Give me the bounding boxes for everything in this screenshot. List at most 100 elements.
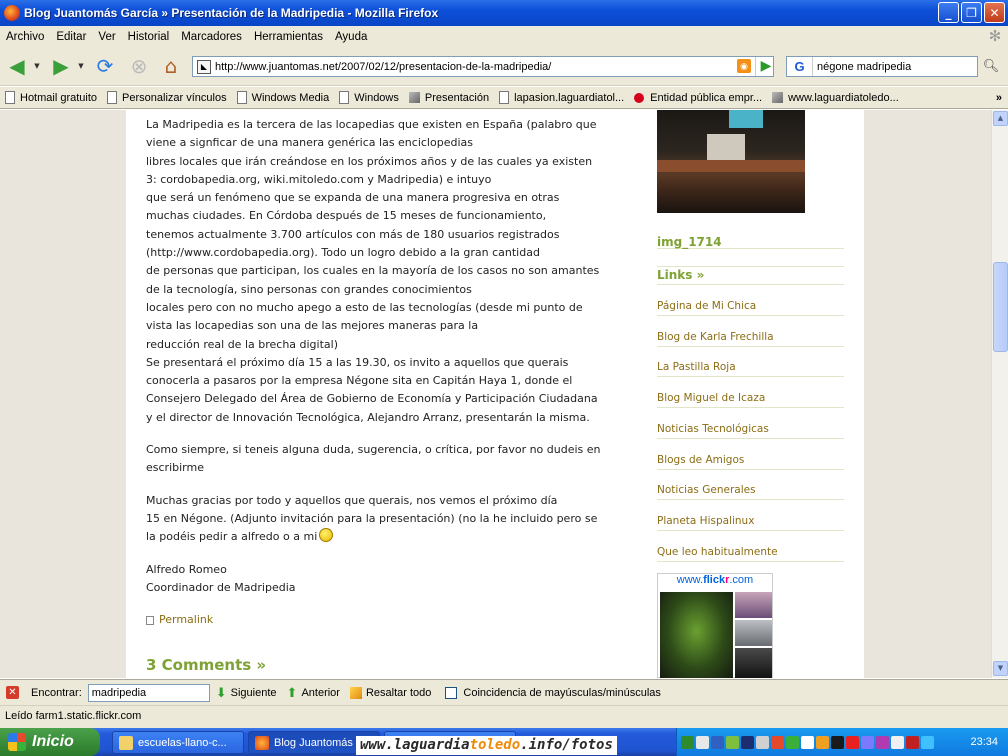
- tray-icon[interactable]: [846, 735, 859, 749]
- highlight-all-button[interactable]: Resaltar todo: [349, 686, 431, 699]
- back-arrow-icon[interactable]: ◀: [4, 53, 30, 79]
- menu-historial[interactable]: Historial: [122, 31, 176, 43]
- tray-icon[interactable]: [891, 735, 904, 749]
- bookmark-presentacion[interactable]: Presentación: [404, 92, 494, 104]
- url-text[interactable]: http://www.juantomas.net/2007/02/12/pres…: [215, 61, 551, 73]
- menu-editar[interactable]: Editar: [50, 31, 92, 43]
- find-input[interactable]: [87, 683, 210, 702]
- sidebar-link-pastilla-roja[interactable]: La Pastilla Roja: [657, 361, 736, 373]
- post-paragraph-3: Muchas gracias por todo y aquellos que q…: [146, 493, 598, 544]
- sidebar-photo[interactable]: [657, 110, 805, 213]
- tray-icon[interactable]: [801, 735, 814, 749]
- menu-marcadores[interactable]: Marcadores: [175, 31, 248, 43]
- firefox-icon: [4, 5, 20, 21]
- page-viewport[interactable]: La Madripedia es la tercera de las locap…: [0, 110, 991, 678]
- navigation-toolbar: ◀ ▼ ▶ ▼ ⟳ ⊗ ⌂ ◣ http://www.juantomas.net…: [0, 47, 1008, 86]
- tray-icon[interactable]: [921, 735, 934, 749]
- bookmark-laguardiatoledo[interactable]: www.laguardiatoledo...: [767, 92, 904, 104]
- tray-icon[interactable]: [756, 735, 769, 749]
- vertical-scrollbar[interactable]: ▲ ▼: [991, 110, 1008, 678]
- permalink-link[interactable]: Permalink: [146, 611, 626, 629]
- tray-icon[interactable]: [786, 735, 799, 749]
- search-magnifier-icon[interactable]: 🔍︎: [980, 56, 1002, 77]
- post-paragraph-1: La Madripedia es la tercera de las locap…: [146, 118, 600, 424]
- tray-icon[interactable]: [906, 735, 919, 749]
- tray-icon[interactable]: [741, 735, 754, 749]
- sidebar-link-blogs-amigos[interactable]: Blogs de Amigos: [657, 454, 744, 466]
- minimize-button[interactable]: _: [938, 2, 959, 23]
- maximize-button[interactable]: ❐: [961, 2, 982, 23]
- match-case-checkbox[interactable]: Coincidencia de mayúsculas/minúsculas: [441, 686, 661, 699]
- tray-icon[interactable]: [711, 735, 724, 749]
- sidebar-link-noticias-tecnologicas[interactable]: Noticias Tecnológicas: [657, 423, 769, 435]
- sidebar-link-mi-chica[interactable]: Página de Mi Chica: [657, 300, 756, 312]
- sidebar-link-icaza[interactable]: Blog Miguel de Icaza: [657, 392, 765, 404]
- tray-icon[interactable]: [771, 735, 784, 749]
- bookmark-personalizar[interactable]: Personalizar vínculos: [102, 91, 232, 104]
- tray-icon[interactable]: [876, 735, 889, 749]
- throbber-icon: ✻: [988, 28, 1002, 45]
- bookmark-lapasion[interactable]: lapasion.laguardiatol...: [494, 91, 629, 104]
- sidebar-link-karla[interactable]: Blog de Karla Frechilla: [657, 331, 774, 343]
- flickr-badge[interactable]: www.flickr.com: [657, 573, 773, 678]
- menu-ayuda[interactable]: Ayuda: [329, 31, 373, 43]
- up-arrow-icon: ⬆: [286, 684, 298, 700]
- stop-icon[interactable]: ⊗: [126, 53, 152, 79]
- scrollbar-thumb[interactable]: [993, 262, 1008, 352]
- find-previous-button[interactable]: ⬆ Anterior: [287, 685, 340, 701]
- search-input[interactable]: [813, 60, 973, 73]
- bookmark-hotmail[interactable]: Hotmail gratuito: [0, 91, 102, 104]
- search-box[interactable]: G: [786, 56, 978, 77]
- scroll-up-arrow-icon[interactable]: ▲: [993, 111, 1008, 126]
- divider: [657, 561, 844, 562]
- scroll-down-arrow-icon[interactable]: ▼: [993, 661, 1008, 676]
- tray-icon[interactable]: [816, 735, 829, 749]
- rss-feed-icon[interactable]: ◉: [737, 59, 751, 73]
- reload-icon[interactable]: ⟳: [92, 53, 118, 79]
- bookmark-windows-media[interactable]: Windows Media: [232, 91, 335, 104]
- google-engine-icon[interactable]: G: [787, 57, 813, 76]
- taskbar-item-folder[interactable]: escuelas-llano-c...: [112, 731, 244, 754]
- page-icon: [499, 91, 510, 104]
- flickr-thumbnail[interactable]: [735, 620, 772, 646]
- photo-caption[interactable]: img_1714: [657, 235, 722, 249]
- tray-icon[interactable]: [696, 735, 709, 749]
- divider: [657, 284, 844, 285]
- links-title[interactable]: Links »: [657, 268, 704, 282]
- flickr-thumbnail[interactable]: [735, 592, 772, 618]
- taskbar-clock[interactable]: 23:34: [970, 736, 998, 748]
- menu-bar: Archivo Editar Ver Historial Marcadores …: [0, 26, 1008, 47]
- menu-ver[interactable]: Ver: [92, 31, 121, 43]
- sidebar-link-que-leo[interactable]: Que leo habitualmente: [657, 546, 778, 558]
- system-tray: 23:34: [676, 728, 1008, 756]
- site-watermark: www.laguardiatoledo.info/fotos: [356, 736, 617, 755]
- find-next-button[interactable]: ⬇ Siguiente: [216, 685, 277, 701]
- close-find-bar-icon[interactable]: ✕: [6, 686, 19, 699]
- smiley-icon: [319, 528, 334, 543]
- bookmark-entidad[interactable]: Entidad pública empr...: [629, 92, 767, 104]
- comments-heading[interactable]: 3 Comments »: [146, 656, 266, 674]
- divider: [657, 530, 844, 531]
- sidebar-link-noticias-generales[interactable]: Noticias Generales: [657, 484, 756, 496]
- home-icon[interactable]: ⌂: [158, 53, 184, 79]
- go-arrow-icon[interactable]: ▶: [756, 56, 776, 77]
- tray-icon[interactable]: [726, 735, 739, 749]
- close-button[interactable]: ✕: [984, 2, 1005, 23]
- tray-icon[interactable]: [681, 735, 694, 749]
- tray-icon[interactable]: [831, 735, 844, 749]
- start-button[interactable]: Inicio: [0, 728, 100, 756]
- forward-arrow-icon[interactable]: ▶: [48, 53, 74, 79]
- flickr-thumbnail[interactable]: [660, 592, 733, 678]
- back-history-dropdown-icon[interactable]: ▼: [32, 53, 42, 79]
- checkbox[interactable]: [445, 686, 458, 699]
- window-titlebar: Blog Juantomás García » Presentación de …: [0, 0, 1008, 26]
- forward-history-dropdown-icon[interactable]: ▼: [76, 53, 86, 79]
- sidebar-link-hispalinux[interactable]: Planeta Hispalinux: [657, 515, 754, 527]
- tray-icon[interactable]: [861, 735, 874, 749]
- bookmarks-overflow-chevron-icon[interactable]: »: [996, 92, 1002, 104]
- bookmark-windows[interactable]: Windows: [334, 91, 404, 104]
- url-bar[interactable]: ◣ http://www.juantomas.net/2007/02/12/pr…: [192, 56, 774, 77]
- menu-archivo[interactable]: Archivo: [0, 31, 50, 43]
- menu-herramientas[interactable]: Herramientas: [248, 31, 329, 43]
- flickr-thumbnail[interactable]: [735, 648, 772, 678]
